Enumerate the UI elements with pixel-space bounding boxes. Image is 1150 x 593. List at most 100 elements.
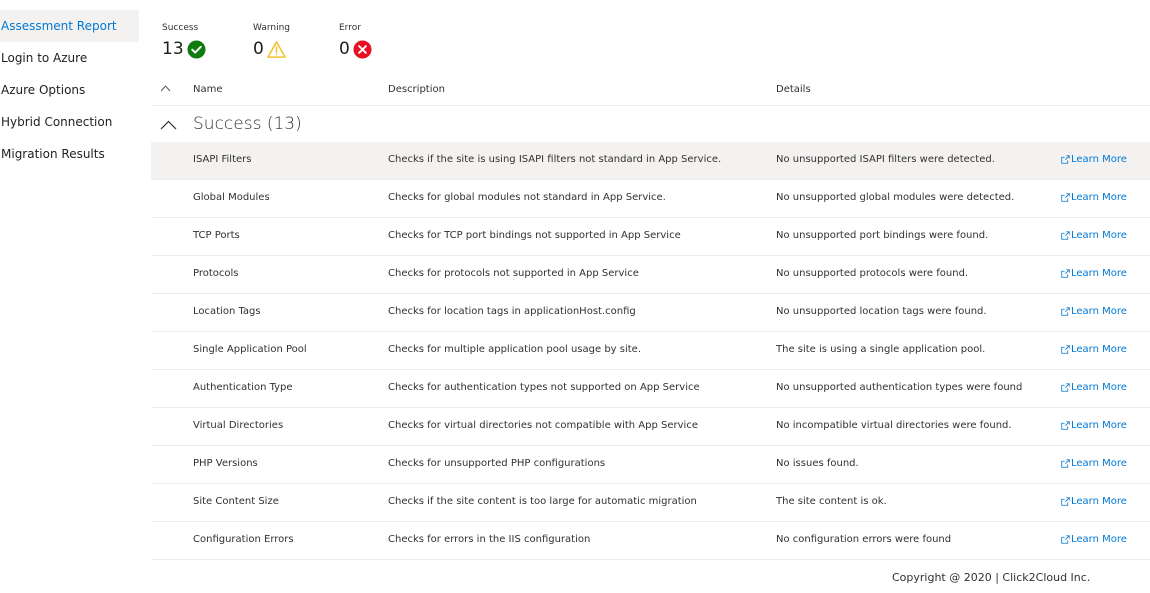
error-stat: Error 0	[339, 22, 372, 62]
table-row[interactable]: Configuration Errors Checks for errors i…	[151, 522, 1150, 560]
learn-more-link[interactable]: Learn More	[1061, 458, 1127, 469]
row-description: Checks for errors in the IIS configurati…	[388, 534, 591, 545]
row-details: The site is using a single application p…	[776, 344, 986, 355]
row-description: Checks if the site is using ISAPI filter…	[388, 154, 722, 165]
column-header-description[interactable]: Description	[388, 84, 445, 95]
learn-more-link[interactable]: Learn More	[1061, 268, 1127, 279]
column-header-details[interactable]: Details	[776, 84, 811, 95]
learn-more-link[interactable]: Learn More	[1061, 230, 1127, 241]
row-description: Checks for location tags in applicationH…	[388, 306, 636, 317]
row-name: TCP Ports	[193, 230, 240, 241]
external-link-icon	[1061, 307, 1070, 316]
learn-more-link[interactable]: Learn More	[1061, 154, 1127, 165]
learn-more-link[interactable]: Learn More	[1061, 496, 1127, 507]
column-header-name[interactable]: Name	[193, 84, 223, 95]
learn-more-label: Learn More	[1071, 154, 1127, 165]
check-circle-icon	[187, 39, 206, 59]
sidebar-item-hybrid-connection[interactable]: Hybrid Connection	[0, 106, 139, 138]
row-description: Checks if the site content is too large …	[388, 496, 697, 507]
row-name: Location Tags	[193, 306, 261, 317]
learn-more-label: Learn More	[1071, 192, 1127, 203]
external-link-icon	[1061, 155, 1070, 164]
table-row[interactable]: Global Modules Checks for global modules…	[151, 180, 1150, 218]
sidebar-item-migration-results[interactable]: Migration Results	[0, 138, 139, 170]
row-name: Single Application Pool	[193, 344, 307, 355]
row-name: Virtual Directories	[193, 420, 284, 431]
learn-more-label: Learn More	[1071, 496, 1127, 507]
sidebar-item-login-to-azure[interactable]: Login to Azure	[0, 42, 139, 74]
row-description: Checks for protocols not supported in Ap…	[388, 268, 639, 279]
row-details: No configuration errors were found	[776, 534, 952, 545]
success-count: 13	[162, 39, 184, 59]
learn-more-link[interactable]: Learn More	[1061, 192, 1127, 203]
table-row[interactable]: PHP Versions Checks for unsupported PHP …	[151, 446, 1150, 484]
group-title: Success (13)	[193, 114, 302, 134]
sidebar-item-assessment-report[interactable]: Assessment Report	[0, 10, 139, 42]
table-row[interactable]: TCP Ports Checks for TCP port bindings n…	[151, 218, 1150, 256]
row-details: No incompatible virtual directories were…	[776, 420, 1012, 431]
learn-more-label: Learn More	[1071, 230, 1127, 241]
row-details: No unsupported protocols were found.	[776, 268, 969, 279]
row-description: Checks for multiple application pool usa…	[388, 344, 642, 355]
warning-label: Warning	[253, 23, 291, 33]
external-link-icon	[1061, 459, 1070, 468]
table-header: Name Description Details	[151, 72, 1150, 106]
row-description: Checks for virtual directories not compa…	[388, 420, 698, 431]
row-details: No unsupported location tags were found.	[776, 306, 987, 317]
sidebar-nav: Assessment Report Login to Azure Azure O…	[0, 10, 139, 170]
learn-more-link[interactable]: Learn More	[1061, 382, 1127, 393]
row-details: No unsupported port bindings were found.	[776, 230, 989, 241]
row-name: ISAPI Filters	[193, 154, 252, 165]
table-row[interactable]: Authentication Type Checks for authentic…	[151, 370, 1150, 408]
external-link-icon	[1061, 269, 1070, 278]
row-description: Checks for unsupported PHP configuration…	[388, 458, 606, 469]
row-details: No issues found.	[776, 458, 859, 469]
external-link-icon	[1061, 383, 1070, 392]
row-details: No unsupported ISAPI filters were detect…	[776, 154, 995, 165]
table-body: ISAPI Filters Checks if the site is usin…	[151, 142, 1150, 560]
warning-count: 0	[253, 39, 264, 59]
external-link-icon	[1061, 345, 1070, 354]
table-row[interactable]: ISAPI Filters Checks if the site is usin…	[151, 142, 1150, 180]
table-row[interactable]: Location Tags Checks for location tags i…	[151, 294, 1150, 332]
learn-more-label: Learn More	[1071, 534, 1127, 545]
learn-more-label: Learn More	[1071, 382, 1127, 393]
external-link-icon	[1061, 231, 1070, 240]
learn-more-link[interactable]: Learn More	[1061, 306, 1127, 317]
chevron-up-icon[interactable]	[160, 119, 177, 131]
warning-triangle-icon	[267, 40, 286, 58]
success-label: Success	[162, 23, 199, 33]
row-description: Checks for global modules not standard i…	[388, 192, 666, 203]
error-count: 0	[339, 39, 350, 59]
learn-more-link[interactable]: Learn More	[1061, 534, 1127, 545]
row-name: Configuration Errors	[193, 534, 294, 545]
copyright-footer: Copyright @ 2020 | Click2Cloud Inc.	[892, 571, 1091, 584]
external-link-icon	[1061, 421, 1070, 430]
learn-more-link[interactable]: Learn More	[1061, 420, 1127, 431]
row-name: Protocols	[193, 268, 239, 279]
learn-more-label: Learn More	[1071, 344, 1127, 355]
sidebar-item-azure-options[interactable]: Azure Options	[0, 74, 139, 106]
external-link-icon	[1061, 535, 1070, 544]
row-description: Checks for authentication types not supp…	[388, 382, 700, 393]
row-name: Site Content Size	[193, 496, 279, 507]
group-header-success[interactable]: Success (13)	[151, 106, 1150, 142]
table-row[interactable]: Single Application Pool Checks for multi…	[151, 332, 1150, 370]
learn-more-label: Learn More	[1071, 458, 1127, 469]
row-name: PHP Versions	[193, 458, 258, 469]
learn-more-label: Learn More	[1071, 306, 1127, 317]
error-circle-icon	[353, 39, 372, 59]
table-row[interactable]: Protocols Checks for protocols not suppo…	[151, 256, 1150, 294]
learn-more-label: Learn More	[1071, 420, 1127, 431]
row-description: Checks for TCP port bindings not support…	[388, 230, 681, 241]
external-link-icon	[1061, 193, 1070, 202]
assessment-table: Name Description Details Success (13) IS…	[151, 72, 1150, 560]
warning-stat: Warning 0	[253, 22, 290, 62]
learn-more-label: Learn More	[1071, 268, 1127, 279]
table-row[interactable]: Virtual Directories Checks for virtual d…	[151, 408, 1150, 446]
row-name: Global Modules	[193, 192, 270, 203]
table-row[interactable]: Site Content Size Checks if the site con…	[151, 484, 1150, 522]
success-stat: Success 13	[162, 22, 206, 62]
learn-more-link[interactable]: Learn More	[1061, 344, 1127, 355]
collapse-all-chevron-icon[interactable]	[160, 84, 171, 93]
